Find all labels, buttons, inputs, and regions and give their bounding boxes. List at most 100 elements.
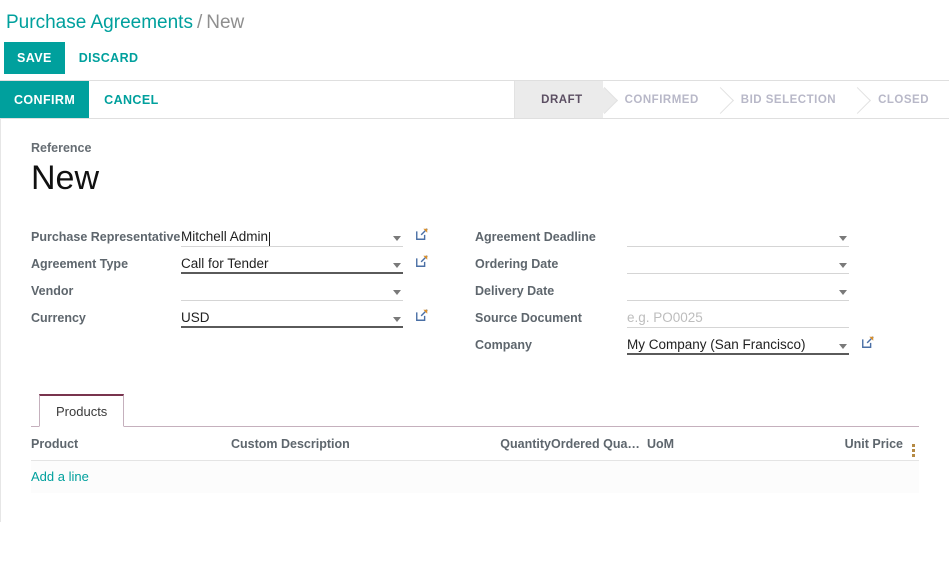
table-header-custom-description: Custom Description: [231, 427, 471, 461]
field-label-source-document: Source Document: [475, 311, 582, 325]
field-input-source-document[interactable]: e.g. PO0025: [627, 306, 849, 328]
field-row-currency: Currency USD: [31, 306, 475, 333]
field-row-agreement-type: Agreement Type Call for Tender: [31, 252, 475, 279]
field-input-company[interactable]: My Company (San Francisco): [627, 333, 849, 355]
status-stage-confirmed[interactable]: CONFIRMED: [602, 81, 719, 118]
field-underline: [627, 246, 849, 247]
field-value-wrap-agreement-deadline: [627, 225, 877, 247]
field-row-vendor: Vendor: [31, 279, 475, 306]
breadcrumb-current: New: [206, 12, 245, 33]
products-table: Product Custom Description Quantity Ordered…: [31, 427, 919, 493]
table-header-uom: UoM: [647, 427, 737, 461]
field-input-agreement-deadline[interactable]: [627, 225, 849, 247]
field-label-purchase-representative: Purchase Representative: [31, 230, 181, 244]
chevron-down-icon[interactable]: [393, 317, 401, 322]
field-input-purchase-representative[interactable]: Mitchell Admin: [181, 225, 403, 247]
form-column-left: Purchase Representative Mitchell Admin Agr…: [31, 225, 475, 360]
form-sheet: Reference New Purchase Representative Mit…: [0, 118, 949, 522]
field-value-wrap-source-document: e.g. PO0025: [627, 306, 877, 328]
sheet-background: Reference New Purchase Representative Mit…: [0, 118, 949, 522]
field-row-delivery-date: Delivery Date: [475, 279, 919, 306]
status-stage-label: CLOSED: [878, 93, 929, 106]
field-row-purchase-representative: Purchase Representative Mitchell Admin: [31, 225, 475, 252]
field-label-agreement-type: Agreement Type: [31, 257, 129, 271]
notebook: Products Product Custom Description Quanti…: [31, 394, 919, 493]
reference-label: Reference: [31, 141, 92, 155]
external-link-icon[interactable]: [861, 335, 875, 349]
chevron-down-icon[interactable]: [393, 290, 401, 295]
secondary-toolbar: CONFIRM CANCEL DRAFT CONFIRMED BID SELECTI…: [0, 80, 949, 118]
field-label-ordering-date: Ordering Date: [475, 257, 559, 271]
field-row-company: Company My Company (San Francisco): [475, 333, 919, 360]
confirm-button[interactable]: CONFIRM: [0, 81, 90, 118]
field-row-agreement-deadline: Agreement Deadline: [475, 225, 919, 252]
save-button[interactable]: SAVE: [4, 42, 65, 74]
breadcrumb-separator: /: [196, 12, 203, 33]
notebook-tabs: Products: [31, 394, 919, 427]
field-input-delivery-date[interactable]: [627, 279, 849, 301]
field-value-wrap-company: My Company (San Francisco): [627, 333, 877, 355]
chevron-down-icon[interactable]: [393, 263, 401, 268]
cancel-button[interactable]: CANCEL: [89, 81, 173, 118]
chevron-down-icon[interactable]: [393, 236, 401, 241]
table-header-product: Product: [31, 427, 231, 461]
add-line-cell: Add a line: [31, 460, 919, 493]
breadcrumb-root-link[interactable]: Purchase Agreements: [6, 12, 193, 33]
field-value-wrap-ordering-date: [627, 252, 877, 274]
table-header-ordered-qua: Ordered Qua…: [551, 427, 647, 461]
field-underline: [181, 246, 403, 247]
discard-button[interactable]: DISCARD: [65, 42, 153, 74]
add-a-line-link[interactable]: Add a line: [31, 469, 89, 484]
primary-toolbar: SAVE DISCARD: [0, 36, 949, 80]
field-underline: [627, 327, 849, 328]
field-row-source-document: Source Document e.g. PO0025: [475, 306, 919, 333]
chevron-down-icon[interactable]: [839, 290, 847, 295]
breadcrumb: Purchase Agreements / New: [0, 0, 949, 36]
external-link-icon[interactable]: [415, 308, 429, 322]
field-underline: [181, 272, 403, 274]
field-text-purchase-representative: Mitchell Admin: [181, 229, 269, 244]
field-label-delivery-date: Delivery Date: [475, 284, 555, 298]
field-label-vendor: Vendor: [31, 284, 74, 298]
field-label-company: Company: [475, 338, 532, 352]
field-input-currency[interactable]: USD: [181, 306, 403, 328]
field-row-ordering-date: Ordering Date: [475, 252, 919, 279]
statusbar: DRAFT CONFIRMED BID SELECTION CLOSED: [514, 81, 949, 118]
field-underline: [181, 326, 403, 328]
field-value-wrap-delivery-date: [627, 279, 877, 301]
chevron-down-icon[interactable]: [839, 344, 847, 349]
optional-columns-icon: [912, 444, 915, 457]
status-stage-label: BID SELECTION: [740, 93, 837, 106]
field-value-wrap-currency: USD: [181, 306, 431, 328]
field-value-wrap-vendor: [181, 279, 431, 301]
field-label-currency: Currency: [31, 311, 86, 325]
field-underline: [627, 353, 849, 355]
status-stage-label: CONFIRMED: [624, 93, 699, 106]
form-column-right: Agreement Deadline Ordering Date Delivery …: [475, 225, 919, 360]
field-input-ordering-date[interactable]: [627, 252, 849, 274]
field-value-wrap-purchase-representative: Mitchell Admin: [181, 225, 431, 247]
table-header-row: Product Custom Description Quantity Ordered…: [31, 427, 919, 461]
external-link-icon[interactable]: [415, 254, 429, 268]
table-header-unit-price: Unit Price: [737, 427, 903, 461]
form-grid: Purchase Representative Mitchell Admin Agr…: [31, 225, 919, 360]
text-cursor: [269, 232, 271, 247]
table-header-quantity: Quantity: [471, 427, 551, 461]
status-stage-label: DRAFT: [541, 93, 583, 106]
field-underline: [627, 273, 849, 274]
chevron-down-icon[interactable]: [839, 263, 847, 268]
field-input-agreement-type[interactable]: Call for Tender: [181, 252, 403, 274]
field-value-wrap-agreement-type: Call for Tender: [181, 252, 431, 274]
status-stage-draft[interactable]: DRAFT: [515, 81, 603, 118]
field-underline: [627, 300, 849, 301]
status-stage-bid-selection[interactable]: BID SELECTION: [718, 81, 857, 118]
add-line-row[interactable]: Add a line: [31, 460, 919, 493]
tab-products[interactable]: Products: [39, 394, 125, 427]
external-link-icon[interactable]: [415, 227, 429, 241]
field-text-source-document: e.g. PO0025: [627, 310, 703, 325]
field-input-vendor[interactable]: [181, 279, 403, 301]
field-label-agreement-deadline: Agreement Deadline: [475, 230, 596, 244]
page-title: New: [31, 159, 100, 197]
optional-columns-toggle[interactable]: [903, 427, 919, 461]
chevron-down-icon[interactable]: [839, 236, 847, 241]
